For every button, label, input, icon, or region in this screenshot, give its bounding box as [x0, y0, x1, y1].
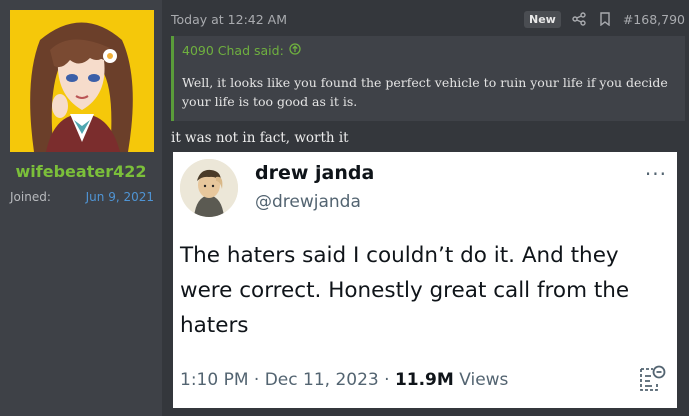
more-options-icon: ···	[644, 162, 667, 186]
tweet-meta: 1:10 PM · Dec 11, 2023 · 11.9M Views	[180, 370, 508, 390]
joined-date: Jun 9, 2021	[85, 190, 154, 204]
user-avatar[interactable]	[10, 10, 154, 152]
user-panel: wifebeater422 Joined: Jun 9, 2021	[0, 0, 162, 416]
new-badge: New	[523, 10, 561, 28]
tweet-views-label: Views	[453, 370, 509, 390]
share-icon[interactable]	[571, 11, 587, 27]
username[interactable]: wifebeater422	[0, 162, 162, 181]
quote-text: Well, it looks like you found the perfec…	[182, 75, 668, 109]
quote-author[interactable]: 4090 Chad said:	[182, 43, 284, 58]
tweet-avatar	[180, 159, 238, 217]
tweet-views-count: 11.9M	[394, 370, 454, 390]
tweet-text: The haters said I couldn’t do it. And th…	[180, 243, 630, 338]
post-text: it was not in fact, worth it	[171, 130, 349, 146]
arrow-up-circle-icon[interactable]	[289, 43, 301, 58]
bookmark-icon[interactable]	[597, 11, 613, 27]
joined-row: Joined: Jun 9, 2021	[10, 190, 154, 204]
tweet-date: 1:10 PM · Dec 11, 2023 ·	[180, 370, 395, 390]
quote-block: 4090 Chad said: Well, it looks like you …	[171, 36, 685, 121]
post-time[interactable]: Today at 12:42 AM	[171, 12, 524, 27]
post-header: Today at 12:42 AM New #168,790	[171, 9, 685, 29]
quote-head[interactable]: 4090 Chad said:	[182, 43, 301, 58]
tweet-image[interactable]: drew janda @drewjanda ··· The haters sai…	[173, 152, 677, 408]
notes-icon	[637, 364, 667, 394]
tweet-author-name: drew janda	[255, 162, 375, 184]
tweet-author-handle: @drewjanda	[255, 192, 361, 212]
post-number[interactable]: #168,790	[623, 12, 685, 27]
joined-label: Joined:	[10, 190, 51, 204]
post: Today at 12:42 AM New #168,790 4090 Chad…	[162, 0, 689, 416]
